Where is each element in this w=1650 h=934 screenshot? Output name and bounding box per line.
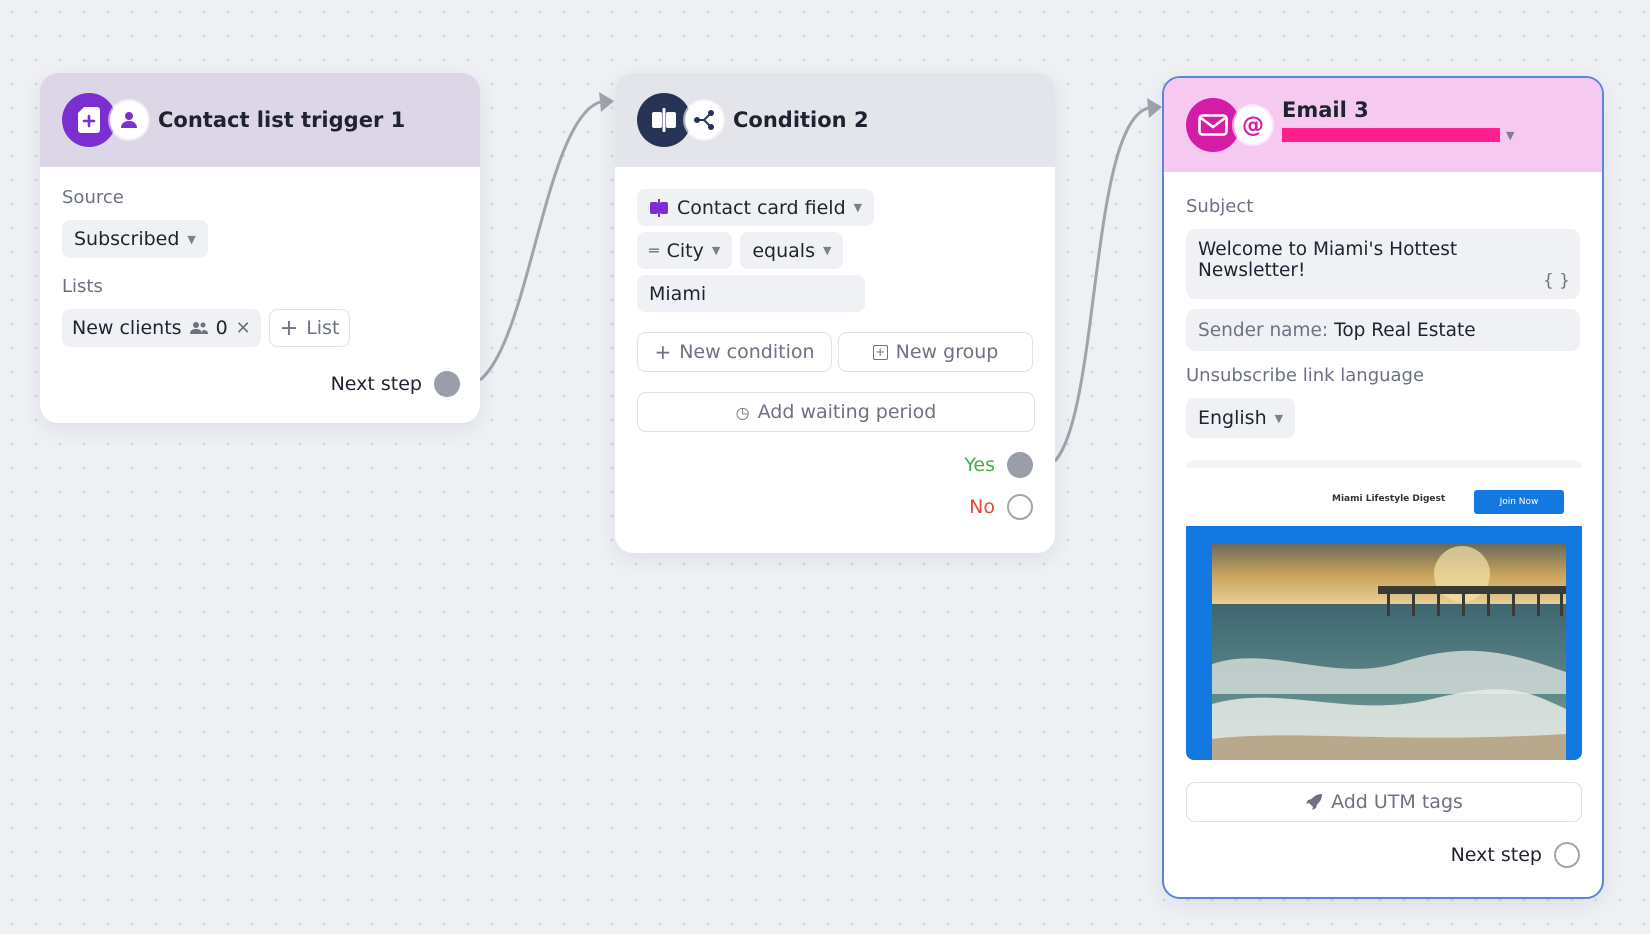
language-value: English	[1198, 407, 1267, 429]
utm-label: Add UTM tags	[1331, 791, 1463, 813]
preview-brand: Miami Lifestyle Digest	[1332, 494, 1446, 504]
person-icon	[121, 112, 137, 128]
redacted-sender-address	[1282, 128, 1500, 142]
chevron-down-icon: ▼	[1274, 411, 1284, 425]
new-group-label: New group	[895, 341, 999, 363]
list-chip-new-clients[interactable]: New clients 0 ✕	[62, 309, 261, 347]
condition-avatar	[637, 93, 691, 147]
chevron-down-icon: ▼	[711, 244, 721, 257]
condition-title: Condition 2	[733, 108, 869, 132]
subject-value: Welcome to Miami's Hottest Newsletter!	[1198, 239, 1458, 281]
trigger-avatar	[62, 93, 116, 147]
next-step-handle[interactable]	[434, 371, 460, 397]
next-step-label: Next step	[330, 373, 422, 395]
condition-card[interactable]: Condition 2 Contact card field ▼ ═ City …	[615, 73, 1055, 553]
condition-value-input[interactable]: Miami	[637, 275, 865, 312]
sender-name-field[interactable]: Sender name: Top Real Estate	[1186, 309, 1580, 351]
sender-value: Top Real Estate	[1334, 319, 1476, 341]
field-name-value: City	[666, 239, 704, 262]
list-chip-count: 0	[215, 317, 228, 339]
add-list-button[interactable]: + List	[268, 309, 351, 347]
operator-value: equals	[752, 239, 815, 262]
envelope-icon	[1198, 114, 1228, 136]
sender-address-select[interactable]: ▼	[1282, 128, 1514, 142]
yes-branch: Yes	[637, 452, 1033, 478]
email-next-step: Next step	[1186, 842, 1580, 868]
preview-join-button: Join Now	[1474, 490, 1564, 514]
no-branch: No	[637, 494, 1033, 520]
branch-icon	[694, 110, 714, 130]
no-label: No	[969, 496, 995, 518]
field-type-select[interactable]: Contact card field ▼	[637, 189, 875, 226]
yes-label: Yes	[964, 454, 995, 476]
new-condition-label: New condition	[679, 341, 815, 363]
condition-value: Miami	[649, 282, 707, 305]
rocket-icon	[1306, 794, 1323, 810]
at-sign-icon: @	[1242, 112, 1264, 138]
text-field-icon: ═	[649, 241, 659, 260]
add-waiting-period-button[interactable]: ◷ Add waiting period	[637, 392, 1035, 432]
contact-badge	[110, 101, 148, 139]
next-step-label: Next step	[1450, 844, 1542, 866]
beach-pier-image	[1212, 544, 1566, 760]
new-condition-button[interactable]: + New condition	[637, 332, 832, 372]
trigger-title: Contact list trigger 1	[158, 108, 406, 132]
add-contact-icon	[78, 107, 100, 133]
contact-card-icon	[650, 198, 668, 217]
waiting-label: Add waiting period	[757, 401, 937, 423]
chevron-down-icon: ▼	[853, 201, 863, 214]
condition-card-header: Condition 2	[615, 73, 1055, 167]
email-card-header: @ Email 3 ▼	[1164, 78, 1602, 172]
next-step-handle[interactable]	[1554, 842, 1580, 868]
email-preview[interactable]: Miami Lifestyle Digest Join Now	[1186, 460, 1582, 760]
timer-icon: ◷	[735, 402, 750, 422]
add-group-icon: +	[872, 344, 888, 360]
connector-arrowhead	[1147, 98, 1162, 118]
remove-list-icon[interactable]: ✕	[236, 318, 251, 339]
list-chip-name: New clients	[72, 317, 182, 339]
yes-handle[interactable]	[1007, 452, 1033, 478]
sender-prefix: Sender name:	[1198, 319, 1329, 341]
unsubscribe-label: Unsubscribe link language	[1186, 365, 1425, 386]
add-list-label: List	[306, 317, 340, 339]
source-label: Source	[62, 187, 124, 208]
chevron-down-icon: ▼	[822, 244, 832, 257]
subject-label: Subject	[1186, 196, 1254, 217]
connector-condition-to-email	[1053, 106, 1149, 462]
operator-select[interactable]: equals ▼	[740, 232, 844, 269]
preview-header: Miami Lifestyle Digest Join Now	[1186, 460, 1582, 526]
chevron-down-icon: ▼	[1506, 128, 1515, 142]
at-badge: @	[1234, 106, 1272, 144]
group-icon	[189, 322, 208, 334]
plus-icon: +	[279, 315, 299, 341]
subject-input[interactable]: Welcome to Miami's Hottest Newsletter! {…	[1186, 229, 1580, 299]
plus-icon: +	[654, 340, 672, 364]
variables-icon[interactable]: { }	[1543, 271, 1570, 291]
language-select[interactable]: English ▼	[1186, 398, 1296, 438]
new-group-button[interactable]: + New group	[838, 332, 1033, 372]
email-title: Email 3	[1282, 98, 1369, 122]
source-select[interactable]: Subscribed ▼	[62, 220, 208, 258]
source-value: Subscribed	[74, 228, 180, 250]
preview-hero	[1186, 526, 1582, 760]
connector-trigger-to-condition	[479, 100, 601, 382]
chevron-down-icon: ▼	[187, 232, 196, 246]
add-utm-tags-button[interactable]: Add UTM tags	[1186, 782, 1582, 822]
branch-badge	[685, 101, 723, 139]
email-avatar	[1186, 98, 1240, 152]
no-handle[interactable]	[1007, 494, 1033, 520]
email-card[interactable]: @ Email 3 ▼ Subject Welcome to Miami's H…	[1162, 76, 1604, 899]
field-type-value: Contact card field	[677, 196, 846, 219]
trigger-next-step: Next step	[62, 371, 460, 397]
trigger-card-header: Contact list trigger 1	[40, 73, 480, 167]
lists-label: Lists	[62, 276, 103, 297]
connector-arrowhead	[599, 92, 614, 112]
field-name-select[interactable]: ═ City ▼	[637, 232, 733, 269]
split-icon	[652, 108, 676, 132]
trigger-card[interactable]: Contact list trigger 1 Source Subscribed…	[40, 73, 480, 423]
